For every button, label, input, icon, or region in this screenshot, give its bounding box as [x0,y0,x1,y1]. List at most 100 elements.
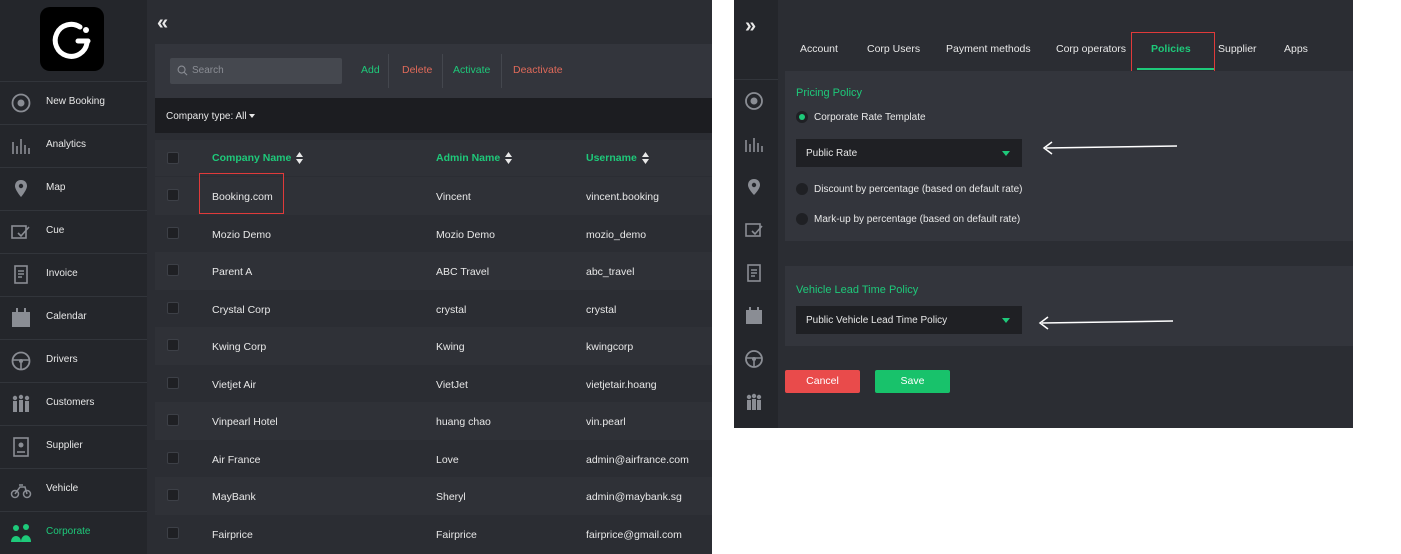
chart-icon[interactable] [744,134,764,154]
checklist-icon[interactable] [744,220,764,240]
sidebar-item-label: Calendar [46,311,87,322]
admin-name-cell: VietJet [436,378,468,391]
company-name-cell[interactable]: MayBank [212,491,256,503]
column-username[interactable]: Username [586,152,637,164]
sidebar-item-label: Supplier [46,440,83,451]
company-name-cell[interactable]: Crystal Corp [212,304,270,316]
admin-name-cell: ABC Travel [436,266,490,278]
highlight-box [199,173,284,214]
company-name-cell[interactable]: Vinpearl Hotel [212,416,278,428]
row-checkbox[interactable] [167,189,179,201]
template-radio[interactable] [796,111,808,123]
sort-icon[interactable] [296,152,303,164]
plus-circle-icon [11,93,31,113]
sidebar-item-new-booking[interactable]: New Booking [0,81,147,124]
search-input[interactable]: Search [170,58,342,84]
people-icon[interactable] [744,392,764,412]
expand-sidebar-icon[interactable]: » [745,15,756,38]
delete-button[interactable]: Delete [402,64,432,76]
sidebar-item-calendar[interactable]: Calendar [0,296,147,339]
chart-icon [12,139,30,154]
collapse-sidebar-icon[interactable]: « [157,12,168,35]
table-row[interactable]: Vietjet Air VietJet vietjetair.hoang [155,364,712,402]
filter-label: Company type: All [166,111,247,122]
table-row[interactable]: Mozio Demo Mozio Demo mozio_demo [155,214,712,252]
steering-wheel-icon[interactable] [744,349,764,369]
supplier-icon [13,437,29,457]
sidebar-item-label: New Booking [46,96,105,107]
row-checkbox[interactable] [167,489,179,501]
company-name-cell[interactable]: Vietjet Air [212,379,256,391]
row-checkbox[interactable] [167,451,179,464]
select-value: Public Rate [806,148,858,159]
company-type-filter[interactable]: Company type: All [155,98,712,133]
username-cell: vincent.booking [586,191,659,203]
deactivate-button[interactable]: Deactivate [513,64,563,76]
row-checkbox[interactable] [167,226,179,239]
tab-supplier[interactable]: Supplier [1218,43,1257,55]
invoice-icon[interactable] [744,263,764,283]
row-checkbox[interactable] [167,339,179,351]
username-cell: kwingcorp [586,341,634,353]
admin-name-cell: Kwing [436,341,465,353]
save-button[interactable]: Save [875,370,950,393]
table-row[interactable]: Vinpearl Hotel huang chao vin.pearl [155,402,712,440]
pricing-template-select[interactable]: Public Rate [796,139,1022,167]
sidebar-item-drivers[interactable]: Drivers [0,339,147,382]
sort-icon[interactable] [642,152,649,164]
sidebar-item-vehicle[interactable]: Vehicle [0,468,147,511]
sidebar-item-corporate[interactable]: Corporate [0,511,147,554]
sidebar-item-invoice[interactable]: Invoice [0,253,147,296]
lead-time-policy-select[interactable]: Public Vehicle Lead Time Policy [796,306,1022,334]
table-row[interactable]: Crystal Corp crystal crystal [155,289,712,327]
cancel-button[interactable]: Cancel [785,370,860,393]
app-logo [40,7,104,71]
sidebar-item-map[interactable]: Map [0,167,147,210]
company-name-cell[interactable]: Parent A [212,266,252,278]
row-checkbox[interactable] [167,264,179,276]
tab-apps[interactable]: Apps [1284,43,1308,55]
sidebar-item-cue[interactable]: Cue [0,210,147,253]
chevron-down-icon [1002,151,1010,156]
row-checkbox[interactable] [167,526,179,539]
company-name-cell[interactable]: Fairprice [212,529,253,541]
sidebar-item-label: Invoice [46,268,78,279]
company-name-cell[interactable]: Mozio Demo [212,229,271,241]
tab-corp-users[interactable]: Corp Users [867,43,920,55]
discount-radio[interactable] [796,183,808,195]
table-row[interactable]: Kwing Corp Kwing kwingcorp [155,327,712,365]
sidebar-item-supplier[interactable]: Supplier [0,425,147,468]
company-name-cell[interactable]: Kwing Corp [212,341,266,353]
sidebar-item-customers[interactable]: Customers [0,382,147,425]
row-checkbox[interactable] [167,301,179,314]
table-row[interactable]: MayBank Sheryl admin@maybank.sg [155,477,712,515]
add-button[interactable]: Add [361,64,380,76]
column-admin-name[interactable]: Admin Name [436,152,500,164]
select-value: Public Vehicle Lead Time Policy [806,315,948,326]
markup-radio[interactable] [796,213,808,225]
table-row[interactable]: Parent A ABC Travel abc_travel [155,252,712,290]
tab-payment-methods[interactable]: Payment methods [946,43,1031,55]
plus-circle-icon[interactable] [744,91,764,111]
map-pin-icon[interactable] [744,177,764,197]
column-company-name[interactable]: Company Name [212,152,291,164]
row-checkbox[interactable] [167,414,179,426]
sidebar-item-analytics[interactable]: Analytics [0,124,147,167]
username-cell: crystal [586,303,617,316]
lead-time-policy-title: Vehicle Lead Time Policy [796,284,919,296]
tab-corp-operators[interactable]: Corp operators [1056,43,1126,55]
sort-icon[interactable] [505,152,512,164]
table-row[interactable]: Fairprice Fairprice fairprice@gmail.com [155,514,712,552]
activate-button[interactable]: Activate [453,64,490,76]
tab-account[interactable]: Account [800,43,838,55]
row-checkbox[interactable] [167,376,179,389]
select-all-checkbox[interactable] [167,152,179,164]
search-icon [177,65,188,76]
calendar-icon[interactable] [744,306,764,326]
divider [442,54,443,88]
table-row[interactable]: Air France Love admin@airfrance.com [155,439,712,477]
admin-name-cell: Fairprice [436,528,477,541]
vehicle-icon [10,484,32,499]
admin-name-cell: Vincent [436,191,471,203]
company-name-cell[interactable]: Air France [212,454,260,466]
